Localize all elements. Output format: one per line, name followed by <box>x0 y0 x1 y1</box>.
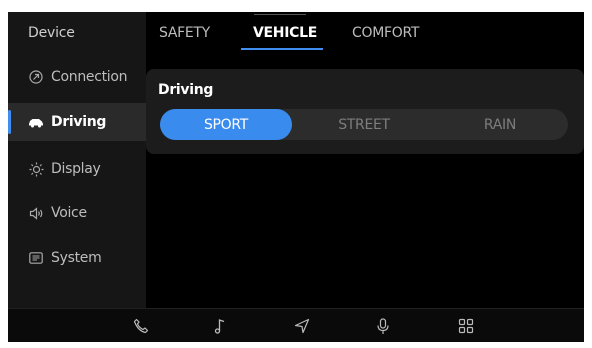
sidebar-title: Device <box>28 25 75 41</box>
bottom-dock <box>8 308 584 342</box>
sidebar: Device Connection Driving Display Voice <box>8 12 146 308</box>
microphone-icon[interactable] <box>374 317 392 335</box>
sidebar-item-system[interactable]: System <box>8 239 146 277</box>
navigation-icon[interactable] <box>293 317 311 335</box>
infotainment-screen: Device Connection Driving Display Voice <box>8 12 584 342</box>
connection-icon <box>28 69 44 85</box>
sidebar-item-label: System <box>51 250 102 266</box>
apps-grid-icon[interactable] <box>457 317 475 335</box>
music-icon[interactable] <box>211 317 229 335</box>
tab-vehicle[interactable]: VEHICLE <box>253 25 317 41</box>
driving-mode-selector: SPORT STREET RAIN <box>160 109 568 140</box>
active-tab-underline <box>241 48 323 50</box>
sidebar-item-voice[interactable]: Voice <box>8 194 146 232</box>
card-title: Driving <box>158 82 214 98</box>
sidebar-item-label: Connection <box>51 69 128 85</box>
system-icon <box>28 250 44 266</box>
sidebar-item-connection[interactable]: Connection <box>8 58 146 96</box>
tab-safety[interactable]: SAFETY <box>159 25 210 41</box>
sidebar-item-display[interactable]: Display <box>8 150 146 188</box>
brightness-icon <box>28 161 44 177</box>
sidebar-item-label: Display <box>51 161 101 177</box>
mode-street-button[interactable]: STREET <box>296 109 432 140</box>
sidebar-item-label: Voice <box>51 205 87 221</box>
sidebar-item-driving[interactable]: Driving <box>8 103 146 141</box>
tab-indicator-line <box>254 14 306 15</box>
driving-mode-card: Driving SPORT STREET RAIN <box>146 69 584 154</box>
phone-icon[interactable] <box>132 317 150 335</box>
mode-rain-button[interactable]: RAIN <box>432 109 568 140</box>
tab-comfort[interactable]: COMFORT <box>352 25 419 41</box>
mode-sport-button[interactable]: SPORT <box>160 109 292 140</box>
speaker-icon <box>28 205 44 221</box>
car-icon <box>28 114 44 130</box>
sidebar-item-label: Driving <box>51 114 107 130</box>
